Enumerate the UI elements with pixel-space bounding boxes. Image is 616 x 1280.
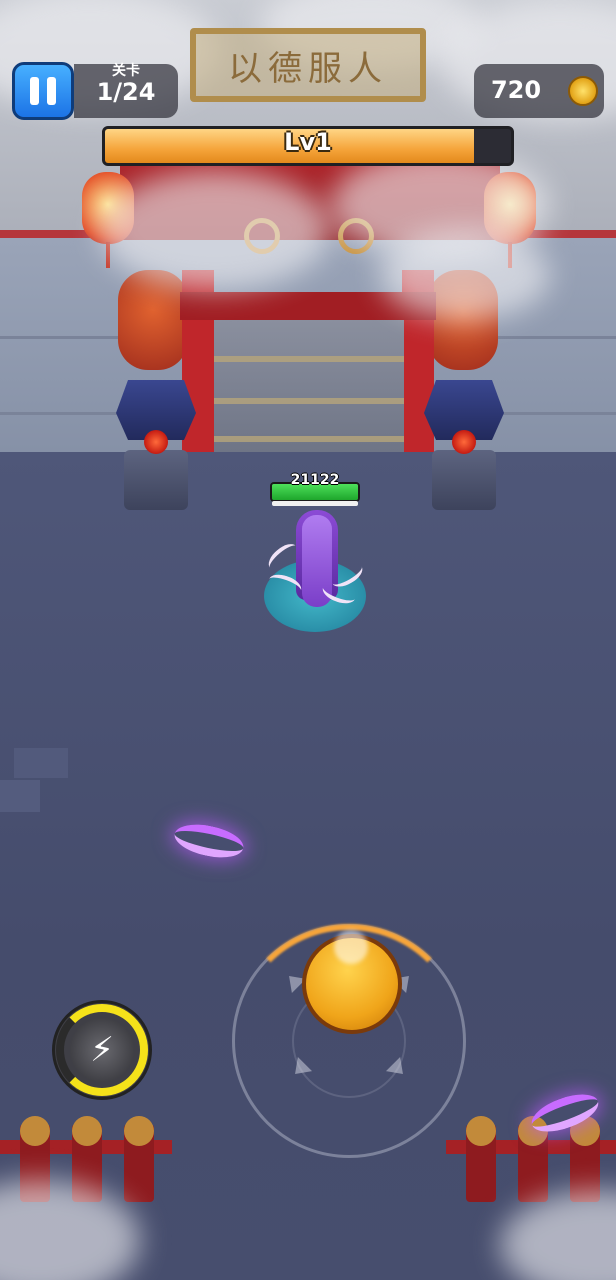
pause-icon (26, 77, 60, 105)
floor-tile (14, 748, 68, 778)
coin-icon (568, 76, 598, 106)
fence-cap (72, 1116, 102, 1146)
joystick-highlight (334, 930, 368, 964)
gate-step (214, 356, 404, 362)
turret-eye-icon (452, 430, 476, 454)
fence-cap (466, 1116, 496, 1146)
turret-base (432, 450, 496, 510)
hero-hp-value: 21122 (290, 472, 340, 488)
pause-button[interactable] (12, 62, 74, 120)
gate-step (214, 436, 404, 442)
fence-cap (20, 1116, 50, 1146)
gate-sign: 以德服人 (190, 28, 426, 102)
enemy-turret-left (116, 380, 196, 510)
turret-base (124, 450, 188, 510)
enemy-turret-right (424, 380, 504, 510)
floor-tile (0, 780, 40, 812)
player-level-label: Lv1 (284, 128, 332, 156)
fog-cloud (100, 170, 330, 290)
lightning-skill-icon: ⚡ (70, 1018, 134, 1082)
level-value: 1/24 (96, 78, 156, 106)
fog-cloud (380, 230, 550, 320)
gate-doorway (214, 320, 404, 452)
level-title: 关卡 (112, 63, 140, 79)
fence-cap (124, 1116, 154, 1146)
hero-shield-bar (272, 501, 358, 506)
gate-step (214, 398, 404, 404)
gate-sign-text: 以德服人 (228, 48, 388, 89)
coin-count: 720 (490, 76, 542, 104)
turret-eye-icon (144, 430, 168, 454)
